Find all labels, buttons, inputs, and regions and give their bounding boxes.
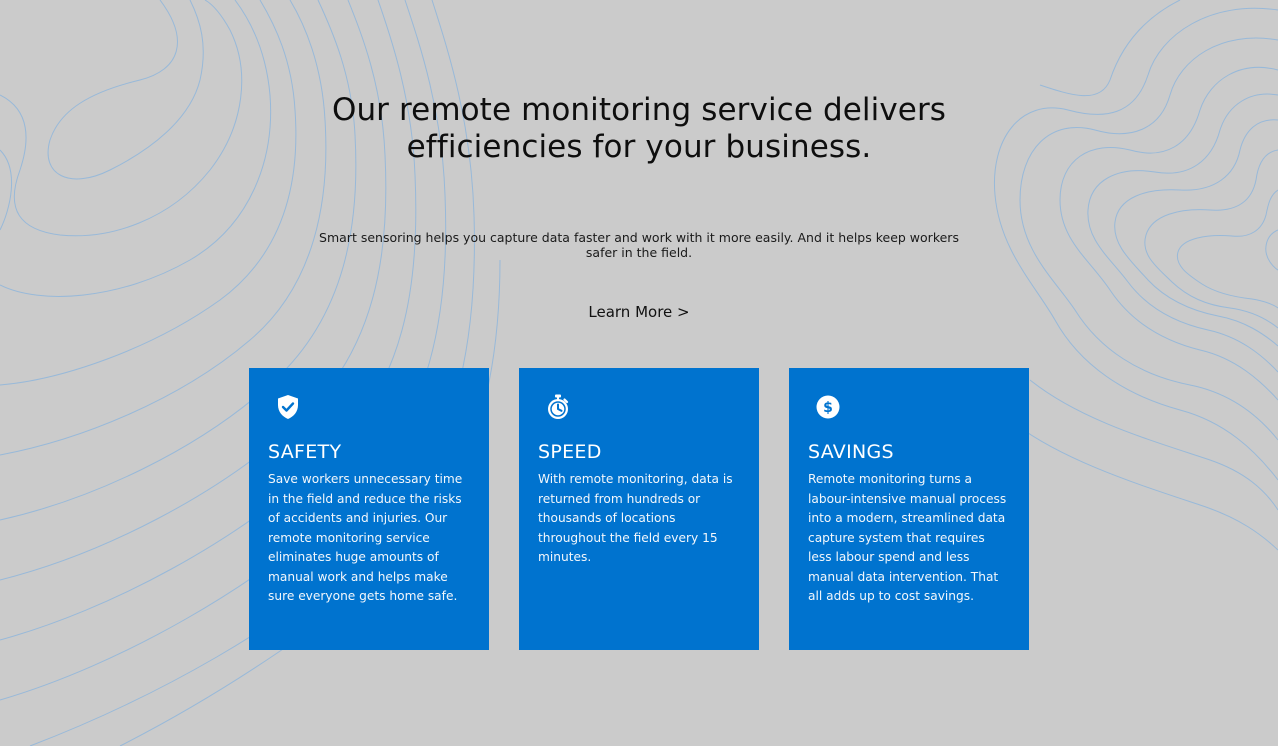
headline-line-1: Our remote monitoring service delivers <box>331 92 947 128</box>
dollar-coin-icon: $ <box>816 395 840 419</box>
card-body-safety: Save workers unnecessary time in the fie… <box>268 472 463 603</box>
shield-check-icon <box>278 395 298 419</box>
feature-card-safety: SAFETY Save workers unnecessary time in … <box>249 368 489 650</box>
card-body-savings: Remote monitoring turns a labour-intensi… <box>808 472 1007 603</box>
svg-text:$: $ <box>823 400 833 416</box>
card-body-speed: With remote monitoring, data is returned… <box>538 472 733 564</box>
card-title-savings: SAVINGS <box>808 441 894 463</box>
page-headline: Our remote monitoring service delivers e… <box>289 92 989 166</box>
card-title-safety: SAFETY <box>268 441 342 463</box>
feature-card-speed: SPEED With remote monitoring, data is re… <box>519 368 759 650</box>
card-title-speed: SPEED <box>538 441 602 463</box>
learn-more-link[interactable]: Learn More > <box>539 302 739 322</box>
feature-card-savings: $ SAVINGS Remote monitoring turns a labo… <box>789 368 1029 650</box>
headline-line-2: efficiencies for your business. <box>406 129 872 165</box>
hero-subtext: Smart sensoring helps you capture data f… <box>319 230 959 260</box>
stopwatch-icon <box>548 394 569 419</box>
